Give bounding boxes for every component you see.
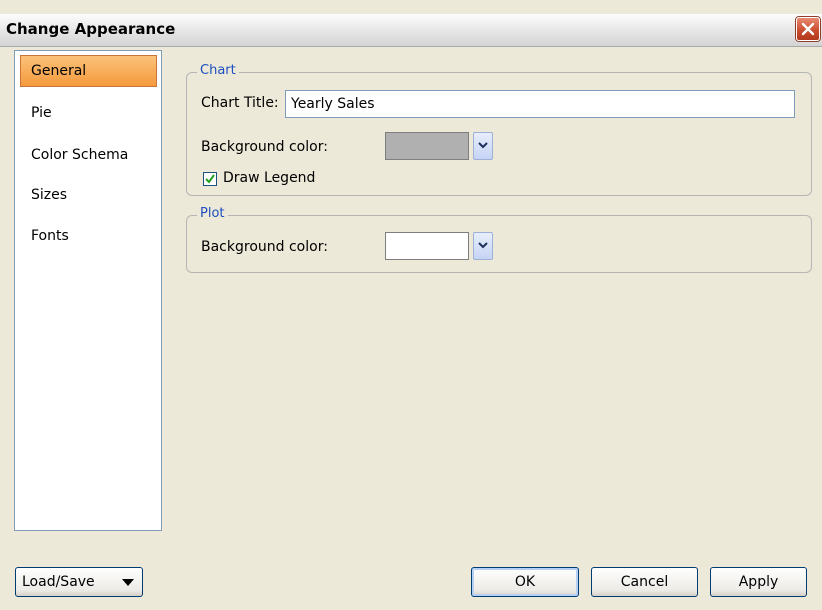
load-save-button[interactable]: Load/Save bbox=[15, 567, 143, 597]
chart-bg-color-label: Background color: bbox=[201, 139, 328, 155]
caret-down-icon bbox=[122, 579, 134, 586]
cancel-button[interactable]: Cancel bbox=[591, 567, 698, 597]
load-save-label: Load/Save bbox=[22, 574, 95, 590]
chart-title-label: Chart Title: bbox=[201, 95, 279, 111]
sidebar-item-color-schema[interactable]: Color Schema bbox=[20, 139, 157, 171]
change-appearance-dialog: Change Appearance General Pie Color Sche… bbox=[0, 0, 822, 610]
settings-panel: Chart Chart Title: Background color: Dra… bbox=[164, 50, 822, 531]
chart-group: Chart Chart Title: Background color: Dra… bbox=[186, 63, 812, 196]
chart-title-input[interactable] bbox=[285, 90, 795, 118]
sidebar-item-general[interactable]: General bbox=[20, 55, 157, 87]
ok-button[interactable]: OK bbox=[471, 567, 579, 597]
plot-bg-color-label: Background color: bbox=[201, 239, 328, 255]
close-icon bbox=[801, 22, 815, 36]
plot-group: Plot Background color: bbox=[186, 206, 812, 273]
checkmark-icon bbox=[205, 174, 215, 184]
chart-group-legend: Chart bbox=[197, 63, 239, 78]
chart-bg-color-dropdown[interactable] bbox=[473, 132, 493, 160]
draw-legend-checkbox[interactable] bbox=[203, 172, 217, 186]
sidebar-item-fonts[interactable]: Fonts bbox=[20, 220, 157, 252]
chevron-down-icon bbox=[478, 142, 488, 149]
window-title: Change Appearance bbox=[6, 20, 176, 38]
draw-legend-label: Draw Legend bbox=[223, 170, 316, 186]
plot-bg-color-swatch[interactable] bbox=[385, 232, 469, 260]
plot-bg-color-dropdown[interactable] bbox=[473, 232, 493, 260]
sidebar-item-pie[interactable]: Pie bbox=[20, 97, 157, 129]
dialog-footer: Load/Save OK Cancel Apply bbox=[0, 560, 822, 610]
title-bar[interactable]: Change Appearance bbox=[0, 14, 822, 47]
plot-group-legend: Plot bbox=[197, 206, 228, 221]
sidebar-item-sizes[interactable]: Sizes bbox=[20, 179, 157, 211]
chevron-down-icon bbox=[478, 242, 488, 249]
category-list: General Pie Color Schema Sizes Fonts bbox=[14, 50, 162, 531]
close-button[interactable] bbox=[796, 17, 820, 41]
apply-button[interactable]: Apply bbox=[710, 567, 807, 597]
chart-bg-color-swatch[interactable] bbox=[385, 132, 469, 160]
